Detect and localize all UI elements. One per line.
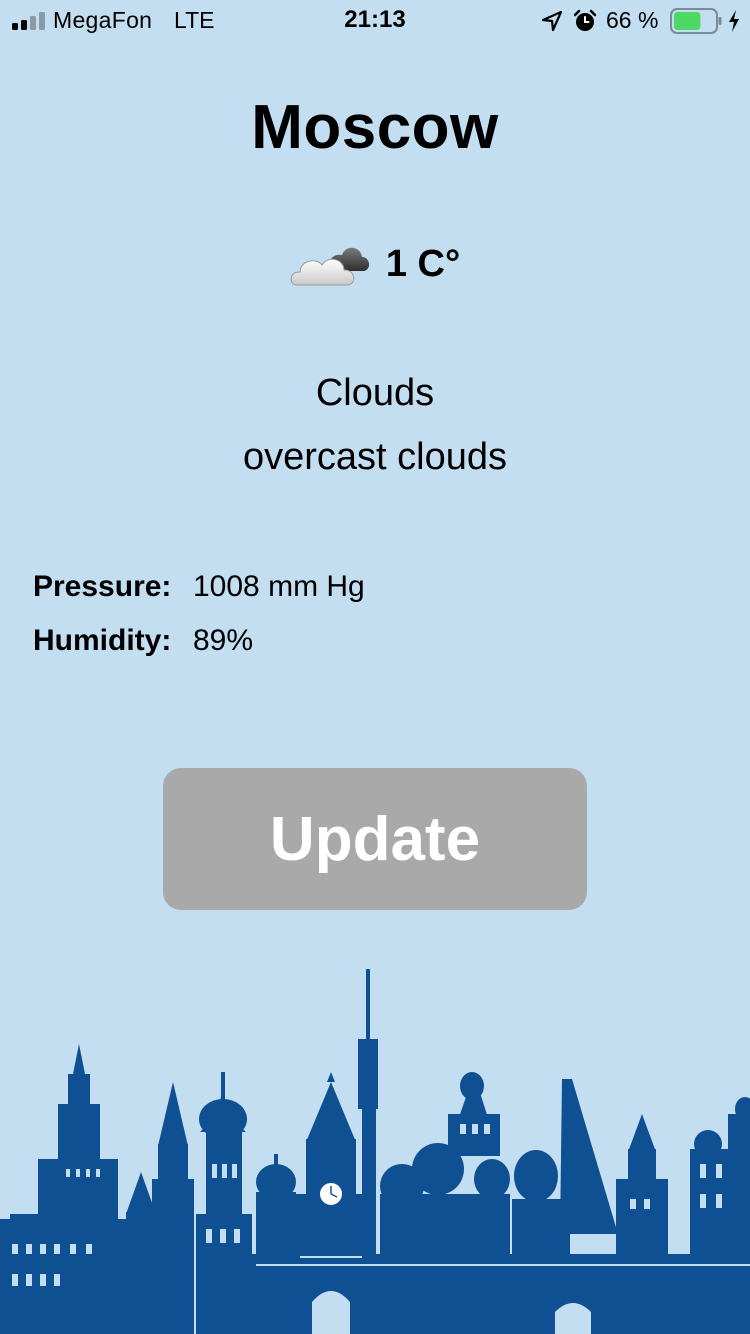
alarm-clock-icon <box>573 9 597 31</box>
pressure-row: Pressure: 1008 mm Hg <box>33 570 365 604</box>
current-conditions: 1 C° <box>0 232 750 296</box>
moscow-skyline-illustration <box>0 969 750 1334</box>
pressure-label: Pressure: <box>33 570 172 603</box>
pressure-value: 1008 mm Hg <box>193 570 365 603</box>
temperature: 1 C° <box>385 242 461 285</box>
weather-description: overcast clouds <box>242 436 507 478</box>
update-button[interactable]: Update <box>163 768 587 910</box>
battery-icon <box>670 8 722 34</box>
status-bar: MegaFon LTE 21:13 66 % <box>0 0 750 40</box>
humidity-value: 89% <box>193 624 254 657</box>
battery-percent: 66 % <box>606 7 659 33</box>
humidity-row: Humidity: 89% <box>33 624 253 658</box>
location-arrow-icon <box>541 10 563 32</box>
charging-bolt-icon <box>729 10 739 32</box>
city-name: Moscow <box>251 93 499 162</box>
cloud-icon <box>290 247 369 286</box>
humidity-label: Humidity: <box>33 624 172 657</box>
weather-main: Clouds <box>315 372 435 414</box>
